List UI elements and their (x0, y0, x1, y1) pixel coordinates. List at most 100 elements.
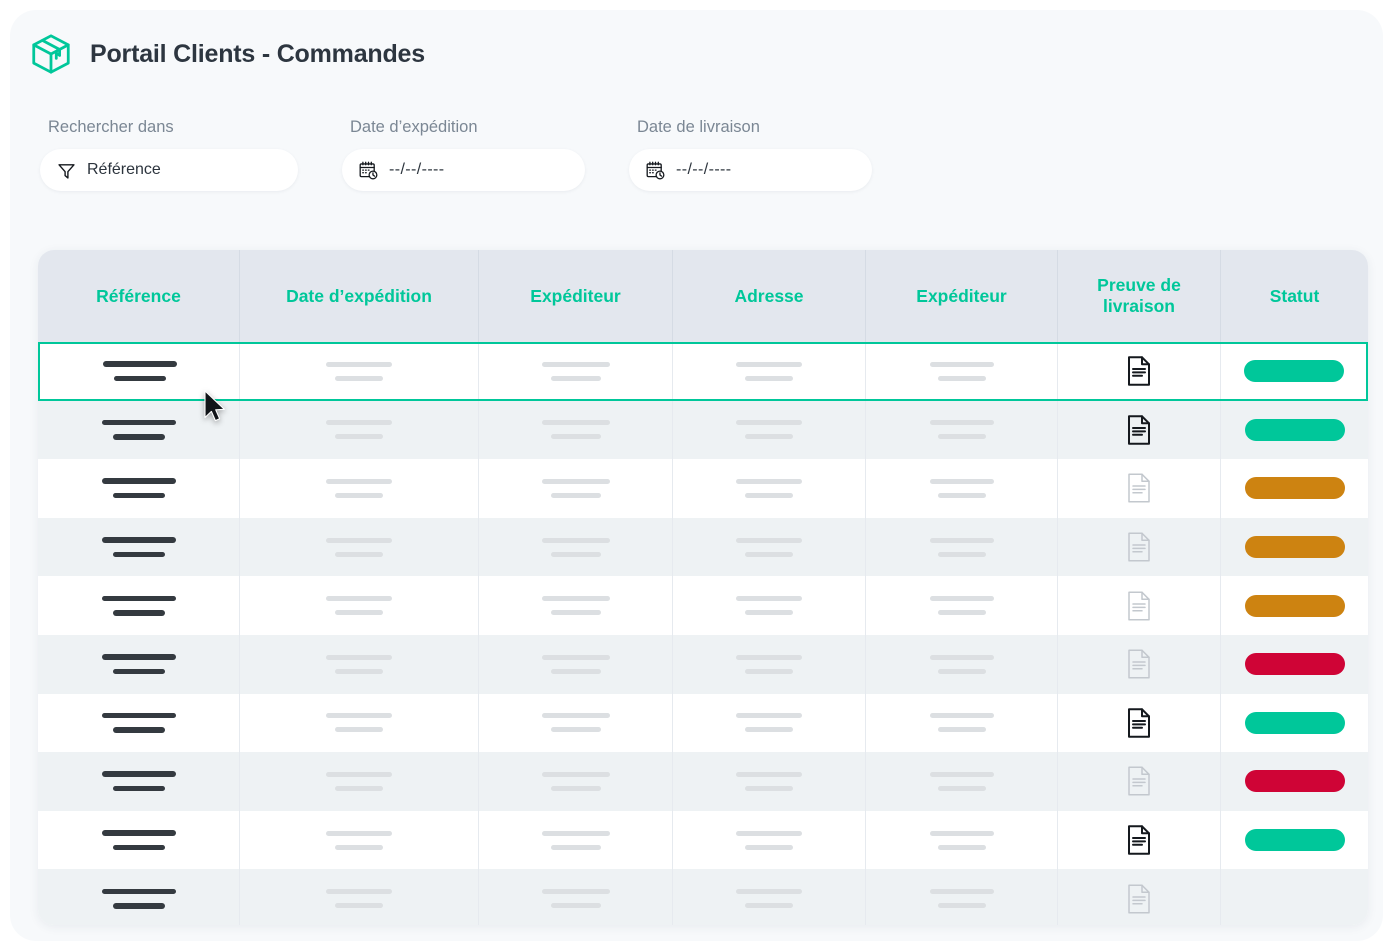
delivery-date-input[interactable]: --/--/---- (629, 149, 872, 191)
data-cell (479, 459, 673, 518)
skeleton-bar (937, 903, 986, 909)
document-icon-disabled (1126, 473, 1152, 503)
document-icon[interactable] (1126, 415, 1152, 445)
skeleton-bar (112, 551, 165, 558)
document-icon-disabled (1126, 532, 1152, 562)
proof-of-delivery-cell (1058, 634, 1221, 694)
table-row[interactable] (38, 869, 1368, 925)
ship-date-value: --/--/---- (389, 161, 445, 178)
skeleton-bar (929, 830, 994, 836)
skeleton-bar (101, 537, 176, 543)
table-row-selected[interactable] (38, 342, 1368, 401)
skeleton-bar (937, 492, 986, 498)
column-header[interactable]: Expéditeur (479, 250, 673, 342)
document-icon-disabled (1126, 591, 1152, 621)
data-cell (866, 344, 1058, 399)
skeleton-bar (929, 537, 994, 543)
column-header[interactable]: Expéditeur (866, 250, 1058, 342)
skeleton-bar (326, 478, 392, 484)
skeleton-bar (112, 610, 165, 616)
data-cell (479, 517, 673, 577)
skeleton-bar (736, 596, 802, 602)
data-cell (866, 693, 1058, 753)
document-icon[interactable] (1126, 708, 1152, 738)
skeleton-bar (550, 492, 601, 498)
table-row[interactable] (38, 400, 1368, 460)
table-body (38, 342, 1368, 925)
ship-date-input[interactable]: --/--/---- (342, 149, 585, 191)
skeleton-bar (937, 551, 986, 557)
data-cell (479, 693, 673, 753)
skeleton-bar (541, 771, 610, 777)
table-row[interactable] (38, 752, 1368, 811)
data-cell (866, 869, 1058, 925)
skeleton-bar (335, 727, 383, 733)
table-row[interactable] (38, 810, 1368, 870)
skeleton-bar (550, 727, 601, 733)
table-row[interactable] (38, 576, 1368, 635)
skeleton-bar (550, 844, 601, 850)
data-cell (673, 459, 866, 518)
reference-cell (38, 400, 240, 460)
skeleton-bar (101, 771, 176, 777)
skeleton-bar (550, 434, 601, 440)
reference-cell (38, 576, 240, 635)
search-input[interactable]: Référence (40, 149, 298, 191)
data-cell (479, 752, 673, 811)
table-row[interactable] (38, 634, 1368, 694)
table-row[interactable] (38, 517, 1368, 577)
skeleton-bar (745, 668, 793, 674)
data-cell (673, 634, 866, 694)
status-cell (1221, 694, 1368, 753)
search-input-value: Référence (87, 161, 161, 178)
data-cell (479, 400, 673, 460)
status-badge (1243, 360, 1344, 383)
skeleton-bar (745, 844, 793, 850)
filter-group-ship-date: Date d’expédition --/--/---- (342, 118, 585, 191)
skeleton-bar (736, 654, 802, 660)
status-cell (1221, 869, 1368, 925)
data-cell (673, 869, 866, 925)
skeleton-bar (335, 785, 383, 791)
data-cell (866, 517, 1058, 577)
skeleton-bar (745, 492, 793, 498)
calendar-clock-icon (358, 160, 379, 181)
skeleton-bar (101, 830, 176, 836)
column-header[interactable]: Date d’expédition (240, 250, 479, 342)
column-header[interactable]: Preuve de livraison (1058, 250, 1221, 342)
status-badge (1244, 594, 1345, 617)
data-cell (240, 810, 479, 870)
data-cell (673, 576, 866, 635)
app-window: Portail Clients - Commandes Rechercher d… (10, 10, 1383, 941)
skeleton-bar (335, 492, 383, 498)
skeleton-bar (541, 420, 610, 426)
data-cell (240, 576, 479, 635)
data-cell (240, 400, 479, 460)
skeleton-bar (550, 610, 601, 616)
data-cell (866, 400, 1058, 460)
reference-cell (38, 459, 240, 518)
table-row[interactable] (38, 459, 1368, 518)
skeleton-bar (937, 785, 986, 791)
skeleton-bar (101, 595, 176, 602)
proof-of-delivery-cell (1058, 517, 1221, 577)
skeleton-bar (541, 478, 610, 484)
skeleton-bar (929, 420, 994, 426)
column-header[interactable]: Statut (1221, 250, 1368, 342)
skeleton-bar (745, 903, 793, 909)
skeleton-bar (112, 844, 165, 851)
skeleton-bar (937, 375, 986, 381)
data-cell (240, 752, 479, 811)
table-row[interactable] (38, 693, 1368, 753)
status-badge (1244, 477, 1345, 500)
proof-of-delivery-cell (1058, 752, 1221, 811)
data-cell (479, 344, 673, 399)
skeleton-bar (112, 492, 165, 499)
document-icon[interactable] (1126, 825, 1152, 855)
column-header[interactable]: Référence (38, 250, 240, 342)
skeleton-bar (335, 844, 383, 850)
column-header[interactable]: Adresse (673, 250, 866, 342)
orders-table: Référence Date d’expédition Expéditeur Adre… (38, 250, 1368, 925)
data-cell (240, 634, 479, 694)
document-icon[interactable] (1126, 356, 1152, 386)
